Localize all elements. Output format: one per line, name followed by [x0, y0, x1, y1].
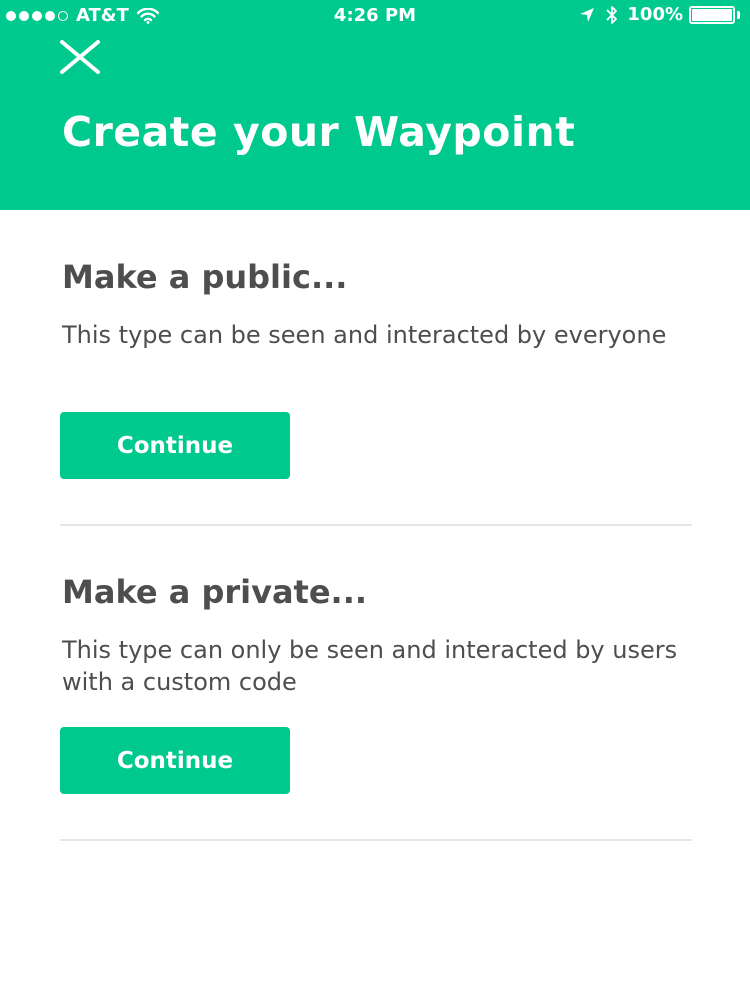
section-divider	[60, 839, 692, 841]
private-option-section: Make a private... This type can only be …	[60, 573, 692, 843]
close-button[interactable]	[58, 40, 102, 76]
battery-percent: 100%	[627, 4, 683, 25]
battery-nub	[737, 10, 740, 19]
public-option-section: Make a public... This type can be seen a…	[60, 258, 692, 528]
header-bar: AT&T 4:26 PM 100% Create your Waypoint	[0, 0, 750, 210]
private-option-description: This type can only be seen and interacte…	[62, 636, 678, 696]
battery-icon	[689, 5, 735, 24]
bluetooth-icon	[606, 5, 618, 24]
public-option-title: Make a public...	[62, 258, 348, 296]
status-right: 100%	[579, 4, 740, 25]
close-icon	[60, 40, 100, 74]
private-option-title: Make a private...	[62, 573, 368, 611]
public-continue-button[interactable]: Continue	[60, 412, 290, 479]
section-divider	[60, 524, 692, 526]
page-title: Create your Waypoint	[62, 108, 576, 156]
public-option-description: This type can be seen and interacted by …	[62, 321, 667, 349]
location-arrow-icon	[580, 7, 595, 22]
battery-level	[692, 8, 732, 21]
status-bar: AT&T 4:26 PM 100%	[0, 0, 750, 32]
private-continue-button[interactable]: Continue	[60, 727, 290, 794]
